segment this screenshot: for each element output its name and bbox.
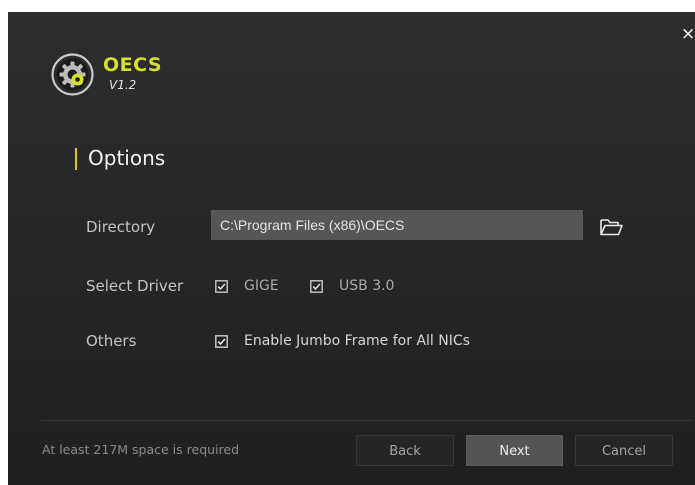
checkbox-usb3-label: USB 3.0	[339, 278, 395, 294]
checkbox-usb3[interactable]: USB 3.0	[310, 277, 394, 295]
checkbox-gige-label: GIGE	[244, 278, 279, 294]
space-required-note: At least 217M space is required	[42, 442, 240, 457]
gear-camera-logo-icon	[51, 53, 94, 96]
others-label: Others	[86, 332, 137, 350]
checkbox-checked-icon	[310, 279, 323, 293]
section-title: Options	[88, 146, 166, 170]
back-button[interactable]: Back	[356, 435, 454, 466]
directory-label: Directory	[86, 218, 156, 236]
checkbox-checked-icon	[215, 334, 228, 348]
checkbox-jumbo-frame-label: Enable Jumbo Frame for All NICs	[244, 333, 470, 349]
select-driver-label: Select Driver	[86, 277, 184, 295]
cancel-button[interactable]: Cancel	[575, 435, 673, 466]
app-name: OECS	[103, 54, 163, 76]
footer-divider	[41, 420, 691, 421]
checkbox-gige[interactable]: GIGE	[215, 277, 279, 295]
app-version: V1.2	[109, 78, 137, 92]
folder-open-icon[interactable]	[598, 216, 624, 238]
close-icon[interactable]: ×	[681, 25, 695, 43]
directory-path-input[interactable]: C:\Program Files (x86)\OECS	[211, 210, 583, 240]
checkbox-checked-icon	[215, 279, 228, 293]
section-title-marker	[75, 148, 77, 170]
installer-window: × OECS V1.2 Options Directory C:\Program…	[8, 12, 695, 485]
next-button[interactable]: Next	[466, 435, 563, 466]
checkbox-jumbo-frame[interactable]: Enable Jumbo Frame for All NICs	[215, 332, 470, 350]
